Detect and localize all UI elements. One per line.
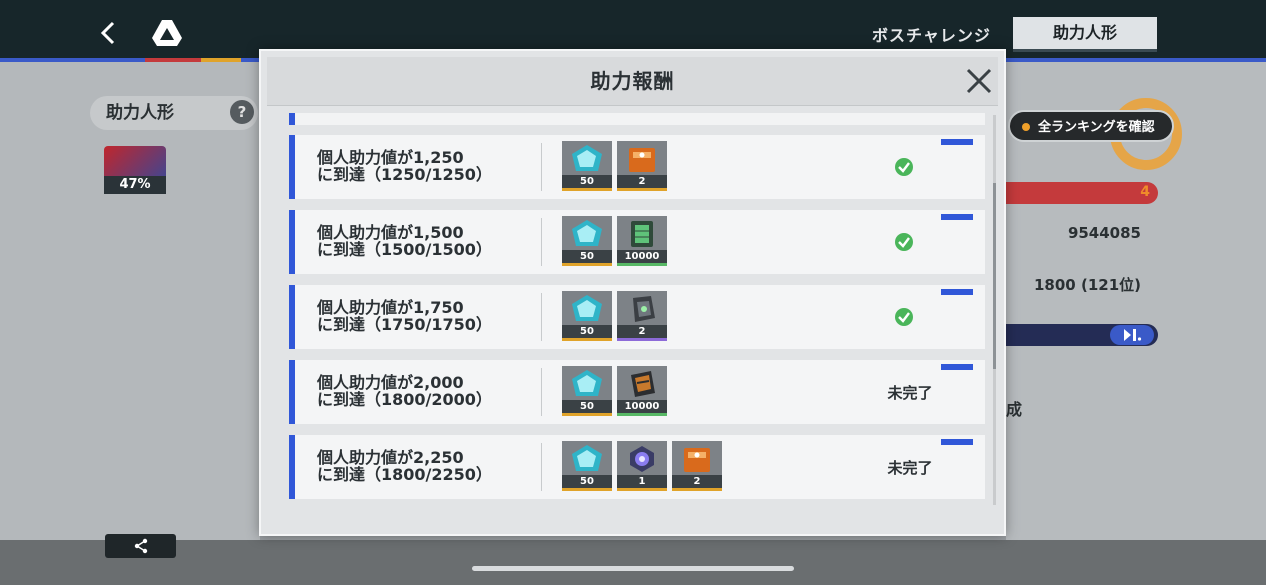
crystal-icon — [572, 370, 602, 396]
reward-qty: 2 — [672, 475, 722, 488]
reward-qty: 50 — [562, 475, 612, 488]
share-button[interactable] — [105, 534, 176, 558]
ranking-button-label: 全ランキングを確認 — [1038, 120, 1155, 135]
chip-icon — [631, 221, 653, 247]
reward-item[interactable]: 2 — [617, 141, 667, 191]
home-indicator[interactable] — [472, 566, 794, 571]
row-divider — [541, 368, 542, 416]
row-divider — [541, 293, 542, 341]
reward-item[interactable]: 50 — [562, 216, 612, 266]
modal-title: 助力報酬 — [590, 69, 675, 93]
drive-logo-icon[interactable] — [152, 20, 182, 46]
ranking-button[interactable]: 全ランキングを確認 — [1008, 110, 1174, 142]
row-tag — [941, 439, 973, 445]
tab-boss-challenge[interactable]: ボスチャレンジ — [872, 22, 991, 46]
right-panel: 全ランキングを確認 4 9544085 1800 (121位) 成 — [1006, 62, 1266, 542]
incomplete-status: 未完了 — [887, 384, 933, 402]
row-divider — [541, 143, 542, 191]
share-icon — [134, 538, 147, 554]
reward-condition-line1: 個人助力値が2,000 — [317, 373, 464, 392]
red-bar: 4 — [1006, 182, 1158, 204]
reward-qty: 10000 — [617, 400, 667, 413]
reward-item[interactable]: 50 — [562, 441, 612, 491]
score-value: 9544085 — [1067, 224, 1141, 242]
reward-row: 個人助力値が2,000 に到達（1800/2000） 50 10000 未完了 — [289, 360, 985, 424]
reward-list[interactable]: 個人助力値が1,250 に到達（1250/1250） 50 2 個人助力値が1,… — [283, 113, 985, 507]
red-bar-value: 4 — [1140, 184, 1150, 200]
reward-condition-line1: 個人助力値が2,250 — [317, 448, 464, 467]
close-icon — [966, 68, 992, 94]
row-tag — [941, 364, 973, 370]
reward-qty: 50 — [562, 175, 612, 188]
reward-qty: 2 — [617, 325, 667, 338]
reward-item[interactable]: 10000 — [617, 216, 667, 266]
list-item-partial — [289, 113, 985, 125]
complete-check-icon — [895, 308, 913, 326]
row-tag — [941, 139, 973, 145]
crystal-icon — [572, 145, 602, 171]
reward-row: 個人助力値が1,750 に到達（1750/1750） 50 2 — [289, 285, 985, 349]
reward-item[interactable]: 2 — [672, 441, 722, 491]
modal-header: 助力報酬 — [267, 57, 998, 106]
reward-condition: 個人助力値が1,250 に到達（1250/1250） — [317, 149, 492, 183]
crystal-icon — [572, 445, 602, 471]
reward-condition-line1: 個人助力値が1,250 — [317, 148, 464, 167]
row-tag — [941, 289, 973, 295]
row-tag — [941, 214, 973, 220]
bottom-area — [0, 540, 1266, 585]
complete-check-icon — [895, 158, 913, 176]
reward-condition-line2: に到達（1800/2000） — [317, 390, 492, 409]
reward-condition-line2: に到達（1800/2250） — [317, 465, 492, 484]
partial-text: 成 — [1006, 400, 1023, 419]
doll-progress: 47% — [104, 176, 166, 194]
reward-qty: 10000 — [617, 250, 667, 263]
crystal-icon — [572, 220, 602, 246]
crystal-icon — [572, 295, 602, 321]
reward-row: 個人助力値が2,250 に到達（1800/2250） 50 1 2 未完了 — [289, 435, 985, 499]
reward-row: 個人助力値が1,250 に到達（1250/1250） 50 2 — [289, 135, 985, 199]
back-button[interactable] — [96, 18, 122, 48]
reward-row: 個人助力値が1,500 に到達（1500/1500） 50 10000 — [289, 210, 985, 274]
reward-qty: 50 — [562, 400, 612, 413]
reward-condition: 個人助力値が1,750 に到達（1750/1750） — [317, 299, 492, 333]
reward-qty: 50 — [562, 325, 612, 338]
ticket-icon — [631, 371, 655, 397]
row-divider — [541, 443, 542, 491]
module-icon — [633, 296, 655, 322]
ranking-dot-icon — [1022, 123, 1030, 131]
supply-box-icon — [629, 148, 655, 172]
reward-item[interactable]: 2 — [617, 291, 667, 341]
core-icon — [630, 446, 654, 472]
reward-item[interactable]: 50 — [562, 141, 612, 191]
navy-bar — [1006, 324, 1158, 346]
reward-item[interactable]: 10000 — [617, 366, 667, 416]
reward-condition: 個人助力値が2,000 に到達（1800/2000） — [317, 374, 492, 408]
reward-item[interactable]: 1 — [617, 441, 667, 491]
close-button[interactable] — [963, 65, 995, 97]
skip-button[interactable] — [1110, 325, 1154, 345]
reward-condition: 個人助力値が2,250 に到達（1800/2250） — [317, 449, 492, 483]
help-icon[interactable]: ? — [230, 100, 254, 124]
reward-qty: 50 — [562, 250, 612, 263]
reward-condition-line2: に到達（1250/1250） — [317, 165, 492, 184]
rank-value: 1800 (121位) — [1034, 276, 1141, 294]
reward-item[interactable]: 50 — [562, 291, 612, 341]
complete-check-icon — [895, 233, 913, 251]
reward-condition-line1: 個人助力値が1,500 — [317, 223, 464, 242]
reward-qty: 1 — [617, 475, 667, 488]
row-divider — [541, 218, 542, 266]
scrollbar-thumb[interactable] — [993, 183, 996, 369]
reward-condition-line2: に到達（1500/1500） — [317, 240, 492, 259]
reward-qty: 2 — [617, 175, 667, 188]
reward-condition-line1: 個人助力値が1,750 — [317, 298, 464, 317]
reward-condition-line2: に到達（1750/1750） — [317, 315, 492, 334]
tab-assist-doll[interactable]: 助力人形 — [1013, 17, 1157, 52]
supply-box-icon — [684, 448, 710, 472]
list-scrollbar[interactable] — [993, 115, 996, 505]
reward-condition: 個人助力値が1,500 に到達（1500/1500） — [317, 224, 492, 258]
left-panel: 助力人形 ? 47% — [0, 62, 260, 542]
incomplete-status: 未完了 — [887, 459, 933, 477]
assist-reward-modal: 助力報酬 個人助力値が1,250 に到達（1250/1250） 50 2 個人助… — [259, 49, 1006, 536]
reward-item[interactable]: 50 — [562, 366, 612, 416]
